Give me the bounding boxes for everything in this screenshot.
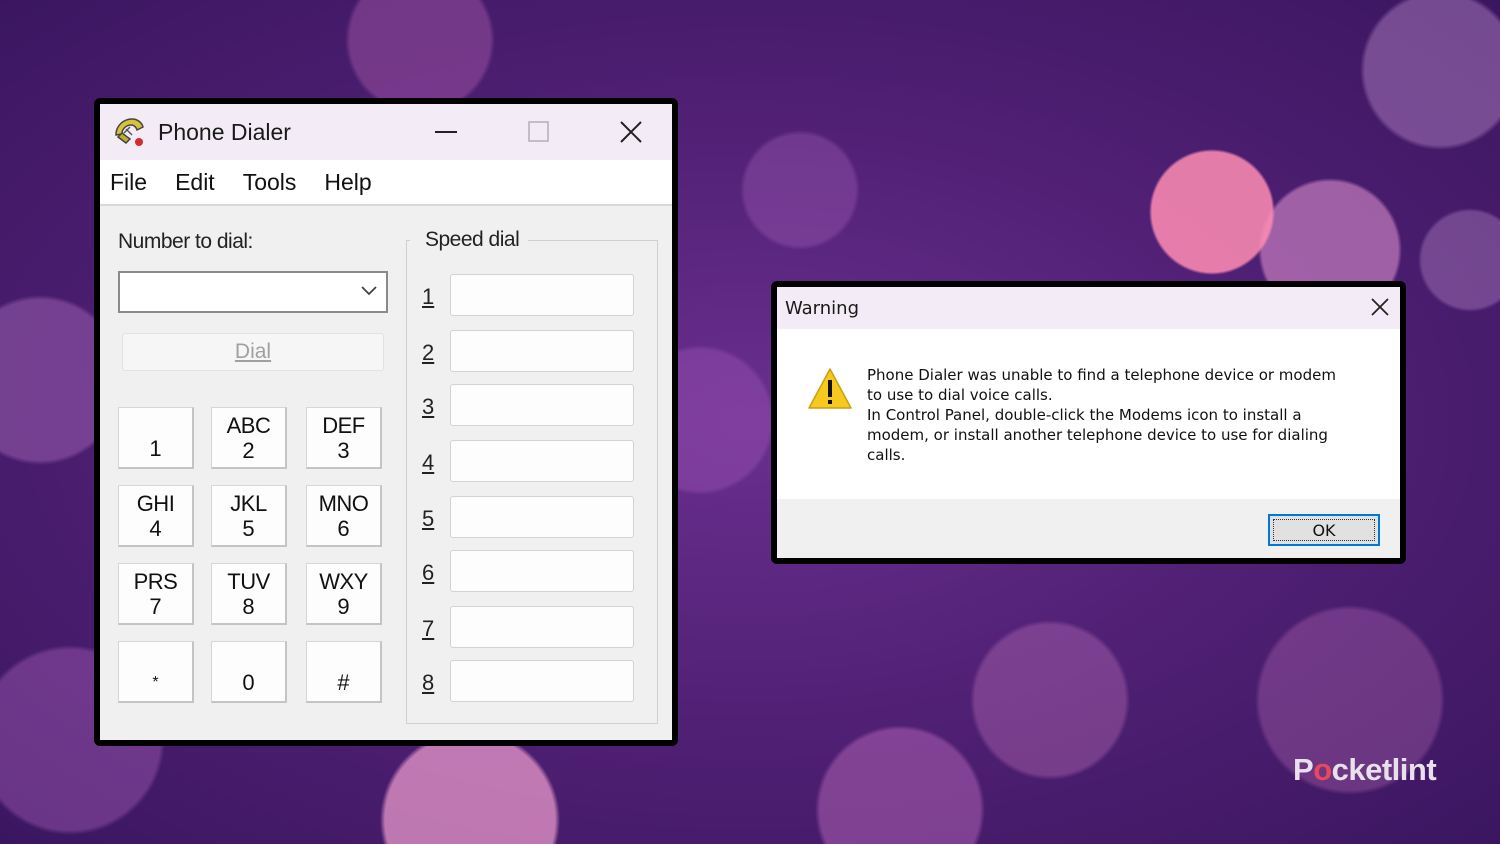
key-digit: 0 [242,670,255,695]
phone-dialer-app-icon [115,118,144,146]
keypad-key-5[interactable]: JKL 5 [211,485,287,547]
menu-tools[interactable]: Tools [243,169,297,196]
dial-button[interactable]: Dial [122,333,384,371]
warning-titlebar[interactable]: Warning [777,287,1400,329]
key-digit: 3 [337,437,350,463]
logo-suffix: cketlint [1331,752,1437,787]
key-digit: 1 [149,436,162,461]
key-letters: DEF [322,412,365,438]
warning-message-line: Phone Dialer was unable to find a teleph… [867,366,1336,384]
warning-message-line: calls. [867,446,906,464]
maximize-button[interactable] [504,104,574,160]
key-letters: TUV [227,568,270,594]
dial-button-label: Dial [234,340,272,363]
warning-message-line: modem, or install another telephone devi… [867,426,1328,444]
number-to-dial-label: Number to dial: [118,230,253,253]
keypad-key-0[interactable]: 0 [211,641,287,703]
speed-dial-number-8: 8 [422,670,435,695]
speed-dial-number-6: 6 [422,560,435,585]
key-digit: 4 [149,515,162,541]
keypad-key-star[interactable]: * [118,641,194,703]
speed-dial-button-3[interactable] [450,384,634,426]
maximize-icon [528,121,549,142]
speed-dial-number-4: 4 [422,450,435,475]
key-letters: WXY [319,568,368,594]
phone-dialer-window: Phone Dialer File Edit Tools Help Number… [94,98,678,746]
key-letters: MNO [318,490,369,516]
keypad-key-6[interactable]: MNO 6 [306,485,382,547]
speed-dial-number-2: 2 [422,340,435,365]
keypad-key-3[interactable]: DEF 3 [306,407,382,469]
close-button[interactable] [596,104,666,160]
key-digit: 9 [337,593,350,619]
ok-button-label: OK [1312,520,1336,540]
key-digit: 5 [242,515,255,541]
number-to-dial-combobox[interactable] [118,271,388,313]
keypad-key-2[interactable]: ABC 2 [211,407,287,469]
warning-title: Warning [785,297,860,319]
pocketlint-logo: Pocketlint [1293,752,1437,788]
warning-icon [808,368,852,409]
speed-dial-number-5: 5 [422,506,435,531]
menu-bar: File Edit Tools Help [100,160,672,206]
warning-dialog: Warning Phone Dialer was unable to find … [771,281,1406,564]
warning-message-line: In Control Panel, double-click the Modem… [867,406,1302,424]
keypad-key-9[interactable]: WXY 9 [306,563,382,625]
key-digit: 2 [242,437,255,463]
speed-dial-button-6[interactable] [450,550,634,592]
key-letters: ABC [226,412,271,438]
warning-footer: OK [777,499,1400,558]
speed-dial-border-right [528,240,658,241]
keypad-key-4[interactable]: GHI 4 [118,485,194,547]
menu-help[interactable]: Help [324,169,371,196]
key-digit: 7 [149,593,162,619]
minimize-icon [435,131,457,133]
speed-dial-button-8[interactable] [450,660,634,702]
keypad-key-1[interactable]: 1 [118,407,194,469]
power-icon: o [1313,752,1332,787]
dialer-titlebar[interactable]: Phone Dialer [100,104,672,160]
close-icon [620,121,642,143]
key-digit: 6 [337,515,350,541]
key-letters: JKL [230,490,267,516]
key-letters: PRS [133,568,178,594]
speed-dial-button-2[interactable] [450,330,634,372]
keypad-key-7[interactable]: PRS 7 [118,563,194,625]
speed-dial-number-7: 7 [422,616,435,641]
key-digit: * [152,674,159,691]
logo-prefix: P [1293,752,1314,787]
speed-dial-border-left [406,240,410,241]
minimize-button[interactable] [412,104,482,160]
keypad-key-hash[interactable]: # [306,641,382,703]
ok-button[interactable]: OK [1268,514,1380,546]
menu-edit[interactable]: Edit [175,169,215,196]
speed-dial-button-4[interactable] [450,440,634,482]
warning-message: Phone Dialer was unable to find a teleph… [867,365,1377,465]
close-icon[interactable] [1370,297,1390,317]
dialer-title: Phone Dialer [158,118,291,145]
speed-dial-number-3: 3 [422,394,435,419]
warning-message-line: to use to dial voice calls. [867,386,1053,404]
key-letters: GHI [136,490,175,516]
key-digit: 8 [242,593,255,619]
speed-dial-number-1: 1 [422,284,435,309]
menu-file[interactable]: File [110,169,147,196]
speed-dial-label: Speed dial [423,228,522,252]
speed-dial-button-5[interactable] [450,496,634,538]
keypad-key-8[interactable]: TUV 8 [211,563,287,625]
speed-dial-button-7[interactable] [450,606,634,648]
speed-dial-button-1[interactable] [450,274,634,316]
key-digit: # [337,670,350,695]
chevron-down-icon[interactable] [360,285,378,297]
